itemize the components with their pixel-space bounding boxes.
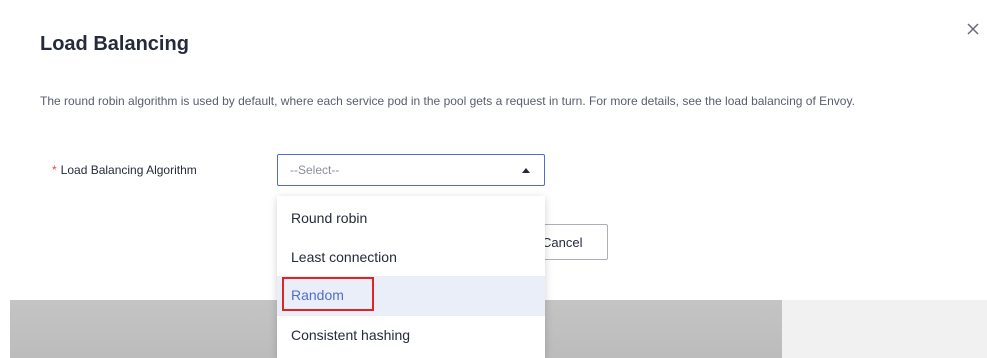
dialog-description: The round robin algorithm is used by def… xyxy=(40,94,855,108)
close-button[interactable] xyxy=(962,18,984,40)
option-round-robin[interactable]: Round robin xyxy=(277,198,545,238)
close-icon xyxy=(967,23,979,35)
option-random[interactable]: Random xyxy=(277,276,545,316)
option-least-connection[interactable]: Least connection xyxy=(277,237,545,277)
algorithm-label-text: Load Balancing Algorithm xyxy=(60,163,197,177)
cancel-button-label: Cancel xyxy=(542,235,583,250)
algorithm-dropdown: Round robin Least connection Random Cons… xyxy=(277,196,545,358)
option-label: Least connection xyxy=(291,249,397,265)
dialog-title: Load Balancing xyxy=(40,33,189,55)
option-label: Random xyxy=(291,287,344,303)
required-mark: * xyxy=(52,163,57,177)
option-label: Consistent hashing xyxy=(291,327,411,343)
background-panel-light xyxy=(782,300,987,358)
algorithm-label: * Load Balancing Algorithm xyxy=(52,162,197,178)
caret-up-icon xyxy=(522,168,530,173)
select-placeholder: --Select-- xyxy=(290,163,340,177)
option-consistent-hashing[interactable]: Consistent hashing xyxy=(277,315,545,355)
algorithm-select[interactable]: --Select-- xyxy=(277,154,545,186)
option-label: Round robin xyxy=(291,210,368,226)
